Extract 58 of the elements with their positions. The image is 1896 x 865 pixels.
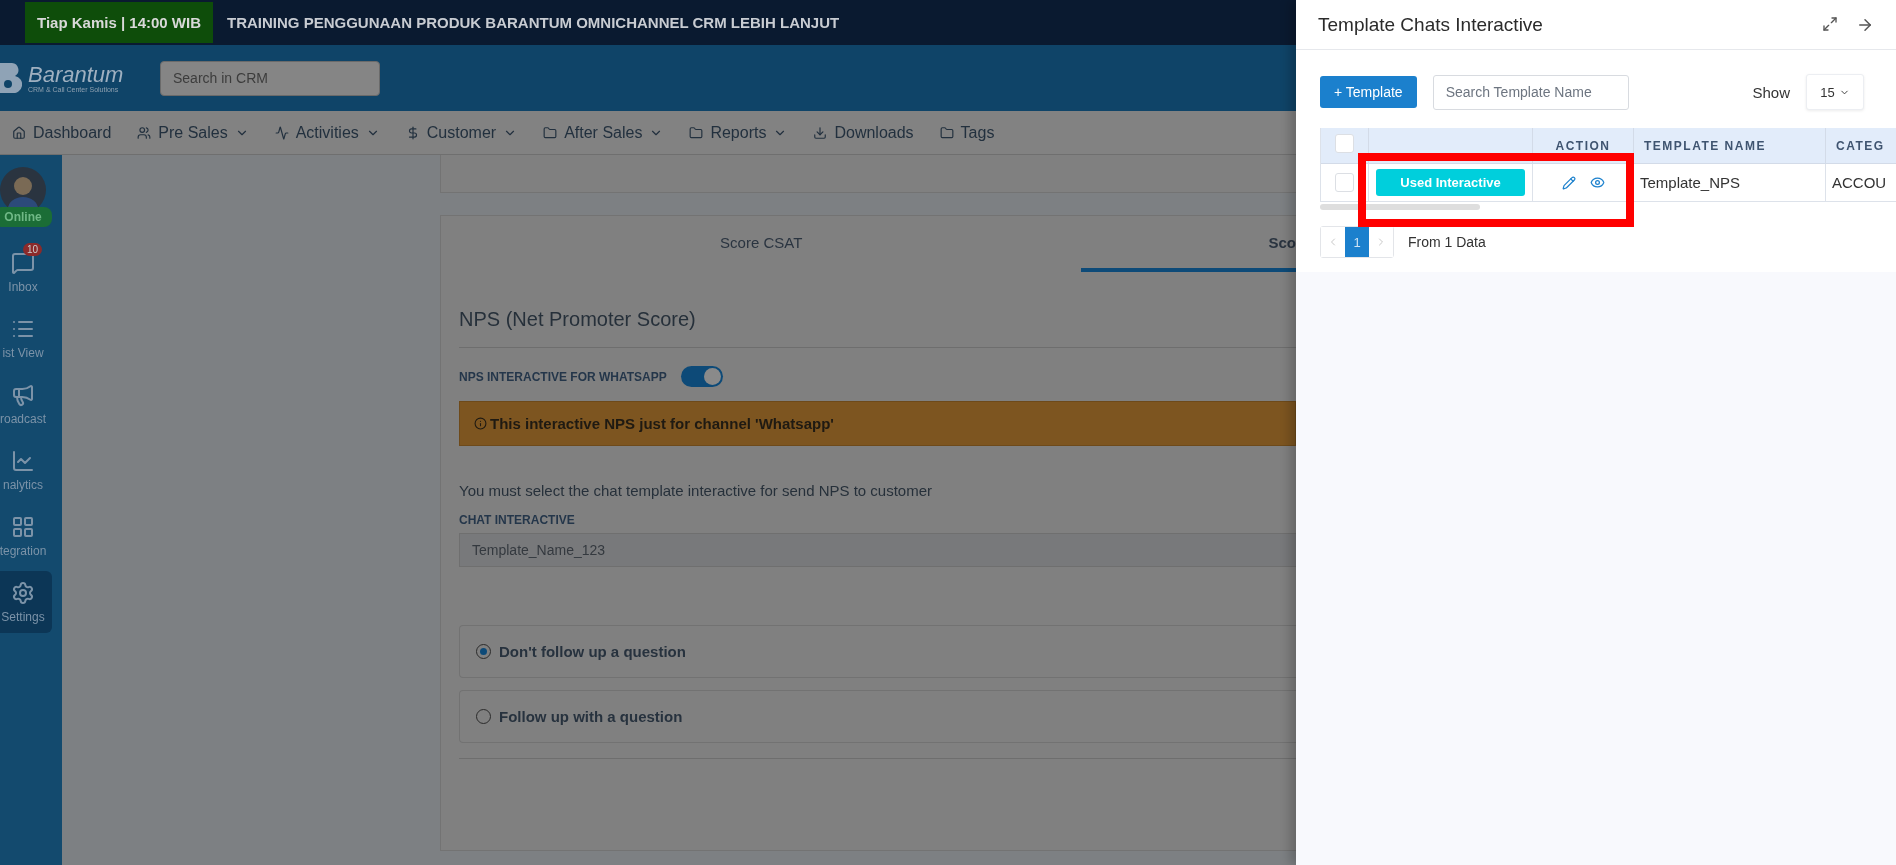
- sidebar-item[interactable]: ist View: [0, 307, 52, 369]
- toggle-label: NPS INTERACTIVE FOR WHATSAPP: [459, 369, 667, 384]
- info-icon: [474, 417, 487, 430]
- nav-icon: [939, 125, 954, 140]
- sidebar-icon: [11, 514, 35, 539]
- sidebar-icon: [11, 382, 35, 407]
- sidebar-item[interactable]: nalytics: [0, 439, 52, 501]
- field-label: CHAT INTERACTIVE: [459, 513, 576, 527]
- add-template-button[interactable]: + Template: [1320, 76, 1417, 108]
- nav-icon: [274, 125, 289, 140]
- nav-icon: [12, 125, 26, 140]
- radio-option[interactable]: Don't follow up a question: [459, 625, 1296, 678]
- nav-icon: [137, 125, 152, 140]
- count-badge: 10: [22, 243, 42, 256]
- radio-option[interactable]: Follow up with a question: [459, 690, 1296, 743]
- schedule-badge: Tiap Kamis | 14:00 WIB: [25, 2, 213, 43]
- sidebar-icon: [11, 448, 35, 473]
- view-icon[interactable]: [1589, 175, 1605, 190]
- warning-text: This interactive NPS just for channel 'Whatsapp': [490, 415, 834, 432]
- nav-item[interactable]: Pre Sales: [137, 123, 249, 142]
- tab[interactable]: Score CSAT: [441, 216, 1082, 272]
- pagination-summary: From 1 Data: [1408, 234, 1486, 250]
- panel-title: Template Chats Interactive: [1318, 13, 1543, 36]
- status-badge: Used Interactive: [1376, 169, 1525, 196]
- checkbox[interactable]: [1335, 134, 1354, 153]
- announcement-text: TRAINING PENGGUNAAN PRODUK BARANTUM OMNICHANNEL CRM LEBIH LANJUT: [227, 14, 840, 31]
- status-badge[interactable]: Online: [0, 207, 52, 227]
- description-text: You must select the chat template interactive for send NPS to customer: [459, 482, 933, 499]
- nav-item[interactable]: Customer: [405, 123, 518, 142]
- search-field[interactable]: Search in CRM: [160, 60, 380, 96]
- nav-icon: [543, 125, 558, 140]
- nav-item[interactable]: Dashboard: [12, 123, 112, 142]
- toggle-switch[interactable]: [680, 366, 723, 387]
- nav-item[interactable]: Reports: [689, 123, 788, 142]
- nav-item[interactable]: Downloads: [813, 123, 914, 142]
- input-field[interactable]: Template_Name_123: [459, 533, 1296, 567]
- edit-icon[interactable]: [1561, 175, 1576, 190]
- expand-icon[interactable]: [1822, 15, 1838, 32]
- table-cell: Template_NPS: [1634, 164, 1826, 202]
- table-cell: ACCOU: [1826, 164, 1896, 202]
- section-title: NPS (Net Promoter Score): [459, 308, 1296, 348]
- sidebar-item[interactable]: roadcast: [0, 373, 52, 435]
- page-button[interactable]: 1: [1345, 227, 1369, 257]
- nav-item[interactable]: Tags: [939, 123, 995, 142]
- sidebar-item[interactable]: Settings: [0, 571, 52, 633]
- show-label: Show: [1752, 83, 1790, 101]
- nav-icon: [813, 125, 828, 140]
- nav-item[interactable]: Activities: [274, 123, 380, 142]
- sidebar-icon: [11, 580, 35, 605]
- nav-icon: [689, 125, 704, 140]
- logo-name: Barantum: [28, 63, 124, 86]
- sidebar-item[interactable]: tegration: [0, 505, 52, 567]
- nav-item[interactable]: After Sales: [543, 123, 664, 142]
- column-header: TEMPLATE NAME: [1634, 128, 1826, 164]
- checkbox[interactable]: [1335, 173, 1354, 192]
- page-size-select[interactable]: 15: [1806, 74, 1864, 110]
- sidebar-item[interactable]: Inbox 10: [0, 241, 52, 303]
- column-header: CATEG: [1826, 128, 1896, 164]
